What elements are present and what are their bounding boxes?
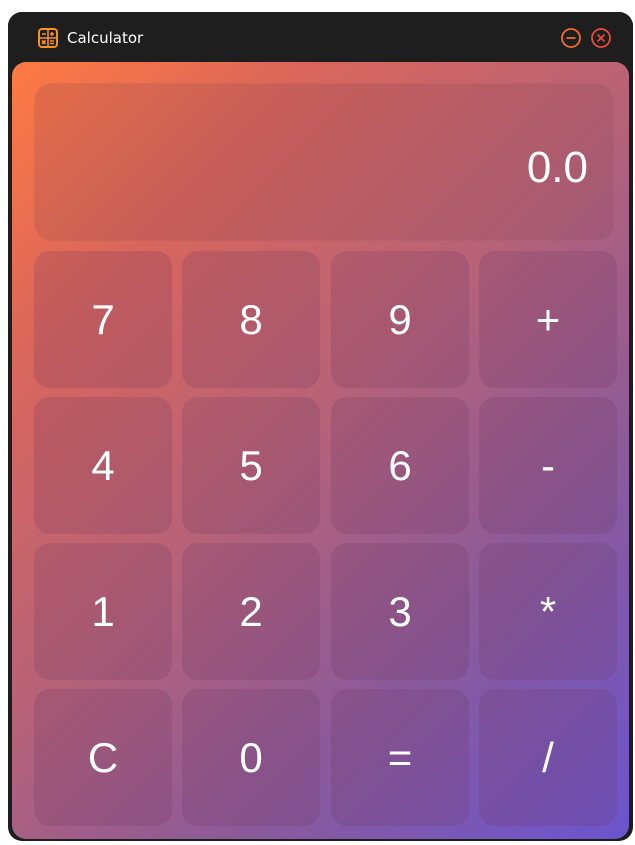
title-bar[interactable]: Calculator: [8, 12, 633, 62]
key-0-button[interactable]: 0: [182, 689, 320, 826]
divide-button[interactable]: /: [479, 689, 617, 826]
clear-button[interactable]: C: [34, 689, 172, 826]
multiply-button[interactable]: *: [479, 543, 617, 680]
minus-button[interactable]: -: [479, 397, 617, 534]
key-5-button[interactable]: 5: [182, 397, 320, 534]
display-value: 0.0: [526, 143, 588, 192]
result-display: 0.0: [34, 83, 614, 241]
calculator-icon: [38, 28, 58, 48]
key-7-button[interactable]: 7: [34, 251, 172, 388]
window-title: Calculator: [67, 29, 144, 47]
key-1-button[interactable]: 1: [34, 543, 172, 680]
minimize-icon[interactable]: [560, 27, 582, 49]
key-8-button[interactable]: 8: [182, 251, 320, 388]
calculator-window: Calculator 0.0 7 8 9 + 4 5 6 - 1 2 3 * C…: [8, 12, 633, 841]
key-4-button[interactable]: 4: [34, 397, 172, 534]
key-6-button[interactable]: 6: [331, 397, 469, 534]
key-9-button[interactable]: 9: [331, 251, 469, 388]
close-icon[interactable]: [590, 27, 612, 49]
key-3-button[interactable]: 3: [331, 543, 469, 680]
equals-button[interactable]: =: [331, 689, 469, 826]
calculator-body: 0.0 7 8 9 + 4 5 6 - 1 2 3 * C 0 = /: [12, 62, 629, 839]
plus-button[interactable]: +: [479, 251, 617, 388]
key-2-button[interactable]: 2: [182, 543, 320, 680]
